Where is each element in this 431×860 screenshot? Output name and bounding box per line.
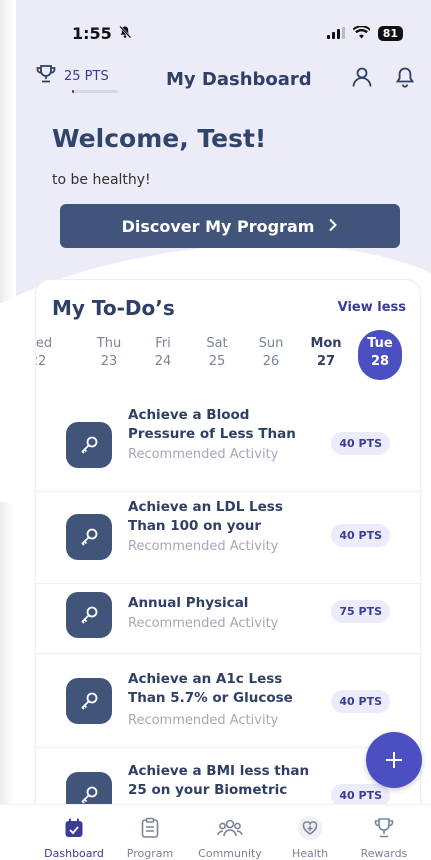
todo-points-badge: 40 PTS: [331, 524, 390, 547]
status-time: 1:55: [72, 23, 112, 43]
discover-program-button[interactable]: Discover My Program: [60, 204, 400, 248]
tab-label: Rewards: [360, 847, 408, 860]
todo-title: Achieve an LDL Less Than 100 on your Bio…: [128, 499, 283, 534]
tab-label: Community: [198, 847, 262, 860]
key-icon: [66, 678, 112, 724]
points-widget[interactable]: 25 PTS: [36, 65, 118, 93]
tab-label: Health: [291, 847, 329, 860]
people-icon: [190, 815, 270, 841]
todo-title: Achieve an A1c Less Than 5.7% or Glucose…: [128, 671, 293, 706]
status-bar: 1:55 81: [72, 22, 403, 44]
tab-label: Program: [126, 847, 174, 860]
wifi-icon: [352, 24, 371, 43]
todo-subtitle: Recommended Activity: [128, 616, 279, 631]
tab-dashboard[interactable]: Dashboard: [34, 815, 114, 860]
todo-title: Annual Physical: [128, 595, 249, 611]
app-header: 25 PTS My Dashboard: [36, 62, 415, 96]
day-thu[interactable]: Thu 23: [85, 336, 133, 369]
todo-points-badge: 75 PTS: [331, 600, 390, 623]
todo-points-badge: 40 PTS: [331, 690, 390, 713]
todo-card: My To-Do’s View less Wed 22 Thu 23 Fri 2…: [36, 280, 420, 840]
app-screen: 1:55 81 25 PTS My Dashboard Welcome, Tes…: [0, 0, 431, 860]
todo-item[interactable]: Achieve a Blood Pressure of Less Than 12…: [36, 400, 420, 492]
day-sat[interactable]: Sat 25: [193, 336, 241, 369]
todo-subtitle: Recommended Activity: [128, 447, 279, 462]
view-less-link[interactable]: View less: [338, 300, 406, 315]
page-title: My Dashboard: [166, 68, 312, 90]
todo-item[interactable]: Achieve an LDL Less Than 100 on your Bio…: [36, 492, 420, 584]
points-label: 25 PTS: [64, 68, 109, 84]
todo-points-badge: 40 PTS: [331, 432, 390, 455]
todo-title: Achieve a BMI less than 25 on your Biome…: [128, 763, 310, 798]
notification-bell-icon[interactable]: [395, 66, 415, 92]
welcome-subtitle: to be healthy!: [52, 172, 151, 188]
plus-icon: [384, 743, 404, 778]
chevron-right-icon: [328, 217, 338, 236]
todo-item[interactable]: Achieve an A1c Less Than 5.7% or Glucose…: [36, 656, 420, 748]
tab-health[interactable]: Health: [270, 815, 350, 860]
todo-item[interactable]: Annual Physical Recommended Activity 75 …: [36, 576, 420, 654]
key-icon: [66, 592, 112, 638]
cellular-signal-icon: [326, 24, 345, 43]
day-wed[interactable]: Wed 22: [36, 336, 62, 369]
day-tue-selected[interactable]: Tue 28: [358, 330, 402, 380]
todo-subtitle: Recommended Activity: [128, 713, 279, 728]
key-icon: [66, 514, 112, 560]
clipboard-icon: [110, 815, 190, 841]
heart-plus-icon: [270, 815, 350, 841]
day-sun[interactable]: Sun 26: [247, 336, 295, 369]
tab-program[interactable]: Program: [110, 815, 190, 860]
discover-program-label: Discover My Program: [121, 216, 315, 236]
mute-bell-icon: [118, 24, 132, 43]
day-selector: Wed 22 Thu 23 Fri 24 Sat 25 Sun 26 Mon 2…: [36, 330, 420, 380]
tab-community[interactable]: Community: [190, 815, 270, 860]
profile-icon[interactable]: [351, 66, 373, 92]
calendar-check-icon: [34, 815, 114, 841]
todo-title: Achieve a Blood Pressure of Less Than 12…: [128, 407, 296, 442]
tab-label: Dashboard: [44, 847, 104, 860]
day-mon[interactable]: Mon 27: [302, 336, 350, 369]
welcome-heading: Welcome, Test!: [52, 124, 267, 153]
tab-rewards[interactable]: Rewards: [344, 815, 424, 860]
bottom-tab-bar: Dashboard Program Community Health Rewar…: [0, 804, 431, 860]
add-fab-button[interactable]: [366, 732, 422, 788]
day-fri[interactable]: Fri 24: [139, 336, 187, 369]
todo-card-title: My To-Do’s: [52, 296, 175, 320]
todo-subtitle: Recommended Activity: [128, 539, 279, 554]
trophy-icon: [36, 65, 56, 87]
points-progress-bar: [72, 90, 118, 93]
battery-indicator: 81: [377, 25, 403, 41]
trophy-icon: [344, 815, 424, 841]
key-icon: [66, 422, 112, 468]
